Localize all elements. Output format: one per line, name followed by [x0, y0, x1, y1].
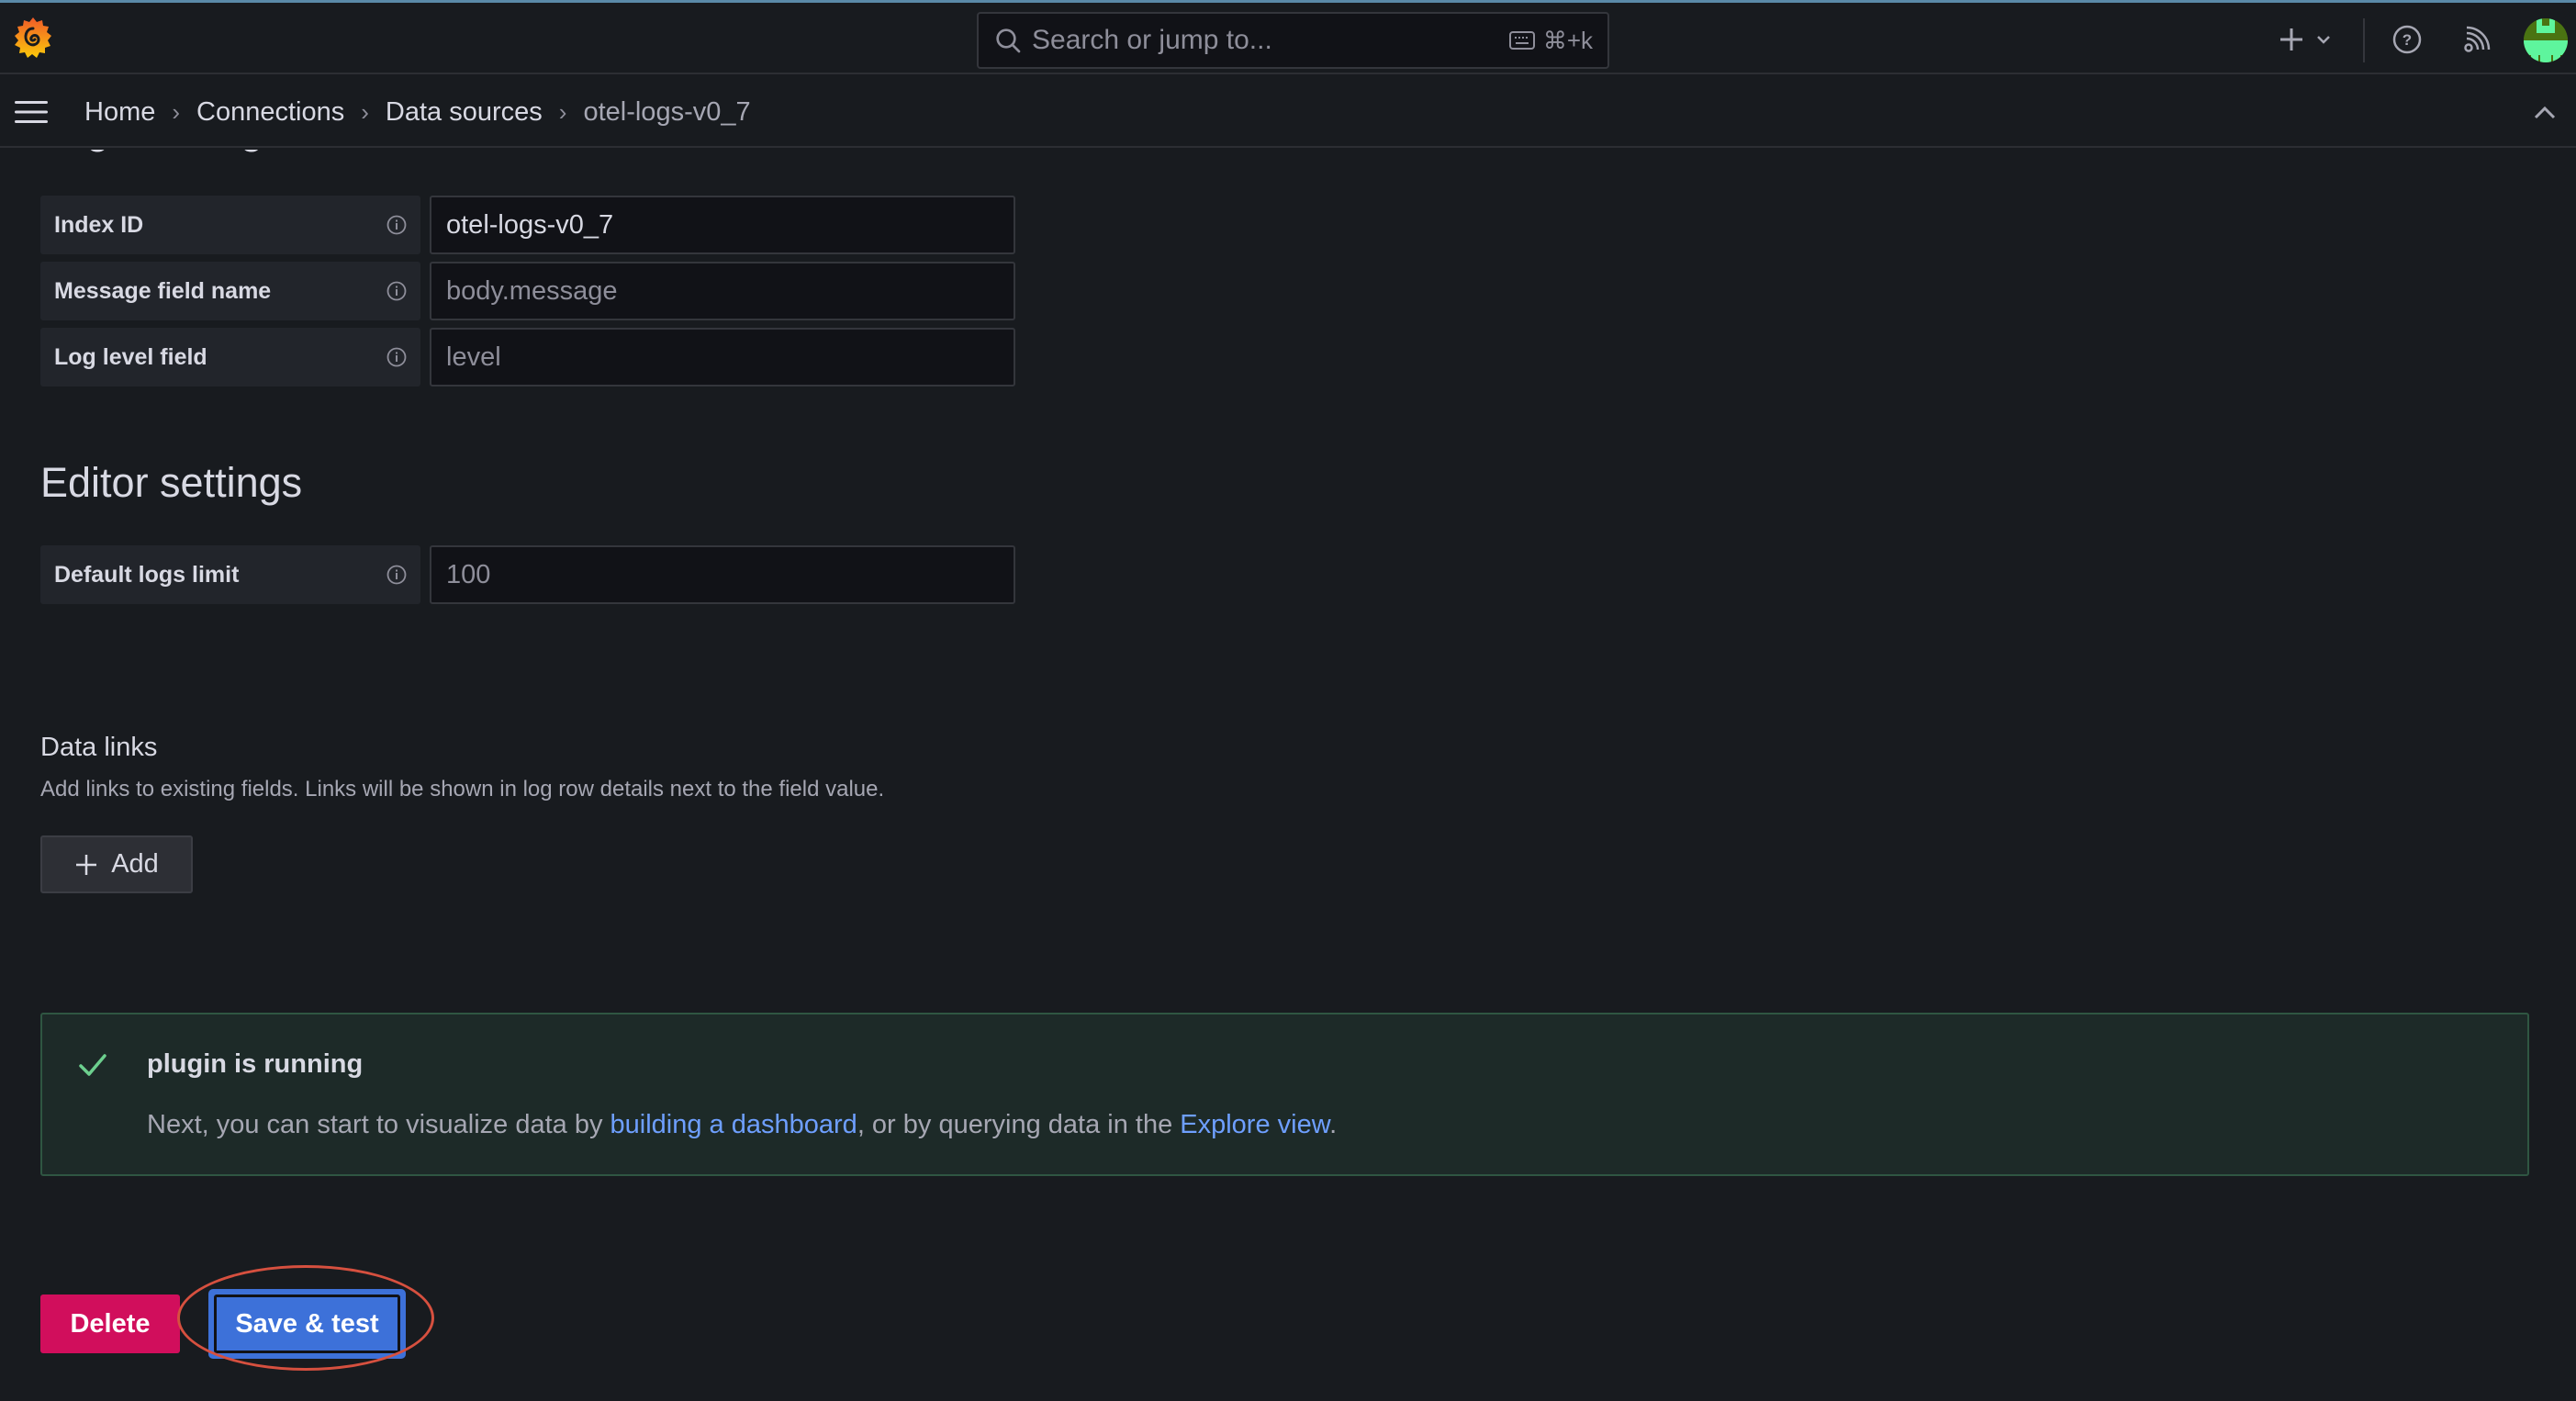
data-links-description: Add links to existing fields. Links will… — [40, 777, 885, 801]
info-icon[interactable] — [386, 564, 408, 586]
field-label: Index ID — [40, 196, 420, 254]
add-label: Add — [111, 849, 159, 879]
field-index-id: Index ID otel-logs-v0_7 — [40, 196, 1015, 254]
plus-icon — [2280, 28, 2302, 50]
success-alert: plugin is running Next, you can start to… — [40, 1013, 2529, 1176]
breadcrumb-connections[interactable]: Connections — [196, 97, 344, 128]
new-menu-button[interactable] — [2277, 19, 2334, 60]
data-links-heading: Data links — [40, 733, 158, 762]
breadcrumb-current: otel-logs-v0_7 — [583, 96, 751, 127]
info-icon[interactable] — [386, 346, 408, 368]
alert-body-text: . — [1329, 1110, 1338, 1139]
toolbar-divider — [2363, 18, 2365, 62]
search-shortcut: ⌘+k — [1508, 27, 1593, 55]
save-and-test-label: Save & test — [214, 1295, 400, 1353]
field-label: Default logs limit — [40, 545, 420, 604]
field-message-field-name: Message field name body.message — [40, 262, 1015, 320]
chevron-down-icon — [2317, 36, 2330, 44]
datasource-settings-page: Logs settings Index ID otel-logs-v0_7 Me… — [0, 150, 2576, 1401]
info-icon[interactable] — [386, 280, 408, 302]
index-id-input[interactable]: otel-logs-v0_7 — [430, 196, 1015, 254]
chevron-up-icon[interactable] — [2526, 96, 2563, 129]
field-label: Message field name — [40, 262, 420, 320]
search-input[interactable]: Search or jump to... ⌘+k — [977, 12, 1609, 69]
breadcrumb-separator: › — [558, 97, 567, 126]
default-logs-limit-input[interactable]: 100 — [430, 545, 1015, 604]
message-field-name-input[interactable]: body.message — [430, 262, 1015, 320]
field-log-level-field: Log level field level — [40, 328, 1015, 387]
logs-settings-heading: Logs settings — [40, 150, 284, 153]
shortcut-text: ⌘+k — [1542, 26, 1593, 54]
alert-title: plugin is running — [147, 1049, 364, 1079]
save-and-test-button[interactable]: Save & test — [208, 1289, 406, 1359]
field-label-text: Default logs limit — [54, 561, 240, 588]
field-label-text: Log level field — [54, 343, 207, 370]
breadcrumb: Home › Connections › Data sources › otel… — [84, 76, 751, 148]
building-dashboard-link[interactable]: building a dashboard — [610, 1110, 857, 1139]
breadcrumb-home[interactable]: Home — [84, 97, 155, 128]
breadcrumb-data-sources[interactable]: Data sources — [386, 97, 543, 128]
field-label-text: Index ID — [54, 211, 144, 238]
top-navbar: Search or jump to... ⌘+k ? — [0, 3, 2576, 74]
field-label: Log level field — [40, 328, 420, 387]
help-icon: ? — [2392, 25, 2422, 54]
add-data-link-button[interactable]: Add — [40, 835, 193, 893]
keyboard-icon — [1508, 31, 1535, 50]
editor-settings-heading: Editor settings — [40, 459, 303, 506]
user-avatar[interactable] — [2524, 18, 2568, 62]
search-placeholder: Search or jump to... — [1032, 25, 1272, 55]
svg-text:?: ? — [2402, 31, 2412, 49]
breadcrumb-bar: Home › Connections › Data sources › otel… — [0, 76, 2576, 148]
field-default-logs-limit: Default logs limit 100 — [40, 545, 1015, 604]
breadcrumb-separator: › — [172, 97, 181, 126]
news-feed-button[interactable] — [2457, 19, 2497, 60]
menu-icon[interactable] — [13, 98, 50, 126]
explore-view-link[interactable]: Explore view — [1180, 1110, 1329, 1139]
breadcrumb-separator: › — [361, 97, 369, 126]
grafana-logo-icon[interactable] — [13, 16, 53, 62]
help-button[interactable]: ? — [2387, 19, 2427, 60]
check-icon — [79, 1054, 106, 1076]
plus-icon — [76, 854, 97, 875]
alert-body-text: Next, you can start to visualize data by — [147, 1110, 610, 1139]
delete-button[interactable]: Delete — [40, 1295, 180, 1353]
rss-icon — [2464, 26, 2491, 52]
alert-body-text: , or by querying data in the — [857, 1110, 1181, 1139]
alert-body: Next, you can start to visualize data by… — [147, 1110, 1337, 1140]
info-icon[interactable] — [386, 214, 408, 236]
search-icon — [996, 28, 1021, 53]
avatar-identicon — [2524, 18, 2568, 62]
log-level-field-input[interactable]: level — [430, 328, 1015, 387]
field-label-text: Message field name — [54, 277, 272, 304]
